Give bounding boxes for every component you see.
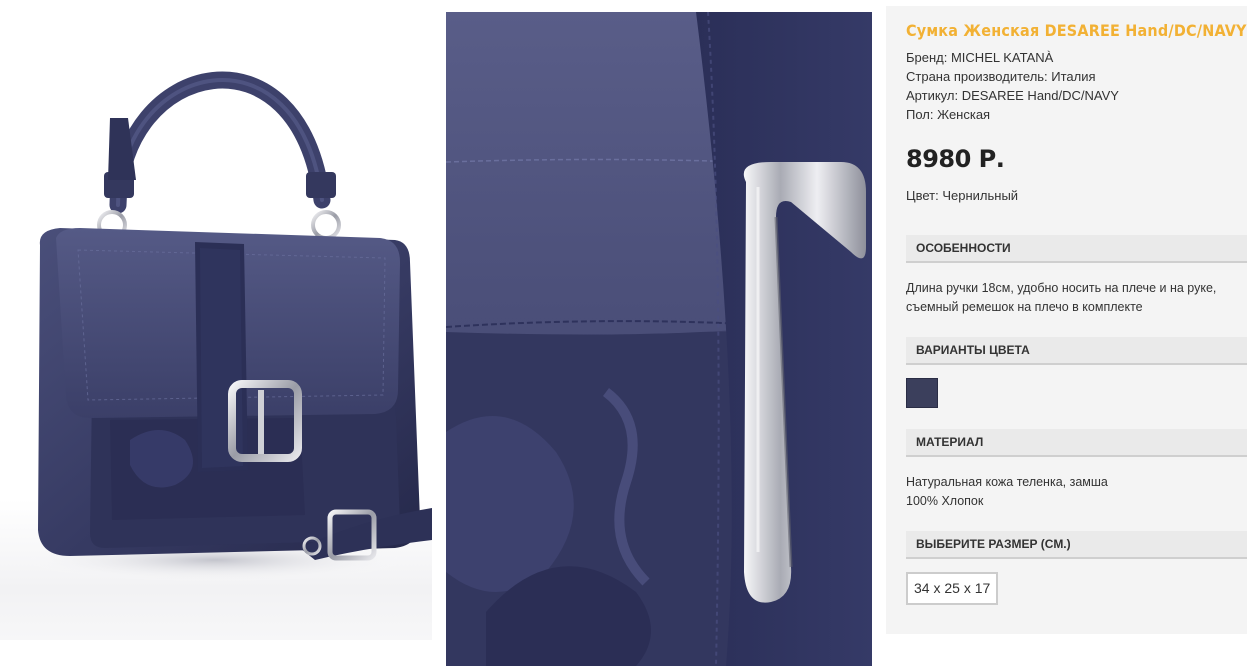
product-photo-main[interactable] xyxy=(0,0,432,640)
brand-line: Бренд: MICHEL KATANÀ xyxy=(906,50,1054,65)
buckle-closeup-illustration xyxy=(446,12,872,666)
size-header: ВЫБЕРИТЕ РАЗМЕР (СМ.) xyxy=(906,531,1247,559)
color-variants-header: ВАРИАНТЫ ЦВЕТА xyxy=(906,337,1247,365)
material-line: Натуральная кожа теленка, замша xyxy=(906,475,1108,489)
product-photo-detail[interactable] xyxy=(446,12,872,666)
product-title: Сумка Женская DESAREE Hand/DC/NAVY xyxy=(906,21,1247,40)
material-header: МАТЕРИАЛ xyxy=(906,429,1247,457)
material-line: 100% Хлопок xyxy=(906,494,984,508)
color-swatch[interactable] xyxy=(906,378,938,408)
country-line: Страна производитель: Италия xyxy=(906,69,1096,84)
sku-line: Артикул: DESAREE Hand/DC/NAVY xyxy=(906,88,1119,103)
product-meta: Бренд: MICHEL KATANÀ Страна производител… xyxy=(906,48,1119,124)
gender-line: Пол: Женская xyxy=(906,107,991,122)
handbag-illustration xyxy=(15,71,432,582)
material-text: Натуральная кожа теленка, замша 100% Хло… xyxy=(906,473,1241,511)
product-price: 8980 Р. xyxy=(906,145,1005,173)
features-text: Длина ручки 18см, удобно носить на плече… xyxy=(906,281,1217,314)
product-page: Сумка Женская DESAREE Hand/DC/NAVY Бренд… xyxy=(0,0,1259,666)
product-color: Цвет: Чернильный xyxy=(906,188,1019,203)
size-option[interactable]: 34 x 25 x 17 xyxy=(906,572,999,605)
features-header: ОСОБЕННОСТИ xyxy=(906,235,1247,263)
product-info-panel: Сумка Женская DESAREE Hand/DC/NAVY Бренд… xyxy=(886,6,1247,634)
